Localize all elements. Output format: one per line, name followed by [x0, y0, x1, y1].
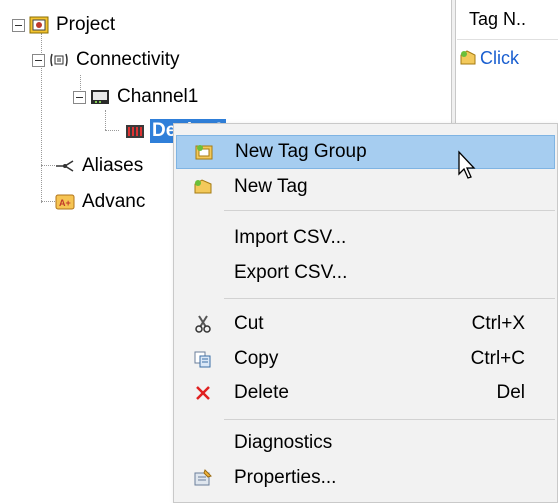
tree-guide-line: [105, 110, 106, 130]
menu-item-new-tag-group[interactable]: New Tag Group: [176, 135, 555, 169]
mouse-pointer-icon: [457, 150, 481, 180]
column-header-tag-name[interactable]: Tag N..: [457, 0, 558, 40]
delete-icon: [192, 383, 214, 403]
menu-item-label: Import CSV...: [234, 227, 347, 248]
column-header-label: Tag N..: [469, 9, 527, 29]
tree-guide-line: [105, 130, 119, 131]
menu-item-delete[interactable]: Delete Del: [176, 376, 555, 410]
menu-item-copy[interactable]: Copy Ctrl+C: [176, 342, 555, 376]
tree-guide-line: [41, 165, 55, 166]
menu-separator: [224, 298, 555, 299]
menu-item-label: Diagnostics: [234, 432, 333, 453]
tree-item-label: Channel1: [117, 86, 199, 107]
advanced-tags-icon: A+: [55, 193, 75, 211]
menu-separator: [224, 419, 555, 420]
copy-icon: [192, 349, 214, 369]
menu-item-label: Delete: [234, 382, 289, 403]
menu-item-shortcut: Del: [496, 382, 525, 403]
tree-guide-line: [41, 201, 55, 202]
menu-item-cut[interactable]: Cut Ctrl+X: [176, 307, 555, 341]
tree-item-channel1[interactable]: Channel1: [73, 82, 200, 112]
menu-item-import-csv[interactable]: Import CSV...: [176, 221, 555, 255]
grid-row-click-to-add[interactable]: Click: [459, 42, 519, 74]
aliases-icon: [55, 157, 75, 175]
collapse-toggle[interactable]: [73, 90, 86, 104]
grid-row-label: Click: [480, 47, 519, 68]
tree-item-aliases[interactable]: Aliases: [55, 151, 145, 181]
tree-item-label: Project: [56, 14, 116, 35]
menu-item-label: Export CSV...: [234, 262, 348, 283]
new-tag-icon: [459, 49, 477, 67]
collapse-toggle[interactable]: [32, 53, 45, 67]
connectivity-icon: [49, 51, 69, 69]
menu-item-label: New Tag Group: [235, 141, 367, 162]
collapse-toggle[interactable]: [12, 18, 25, 32]
menu-item-properties[interactable]: Properties...: [176, 461, 555, 495]
menu-item-label: Cut: [234, 313, 264, 334]
tree-item-advanced-tags[interactable]: A+ Advanc: [55, 187, 147, 217]
tree-item-label: Advanc: [82, 191, 146, 212]
menu-item-new-tag[interactable]: New Tag: [176, 170, 555, 204]
tree-item-project[interactable]: Project: [12, 10, 117, 40]
context-menu: New Tag Group New Tag Import CSV... Expo…: [173, 123, 558, 503]
channel-icon: [90, 88, 110, 106]
tree-item-label: Aliases: [82, 155, 144, 176]
menu-item-shortcut: Ctrl+X: [471, 313, 525, 334]
tree-item-label: Connectivity: [76, 49, 180, 70]
menu-item-shortcut: Ctrl+C: [470, 348, 525, 369]
menu-separator: [224, 210, 555, 211]
cut-icon: [192, 314, 214, 334]
new-tag-icon: [192, 177, 214, 197]
new-tag-group-icon: [193, 142, 215, 162]
tree-item-connectivity[interactable]: Connectivity: [32, 45, 182, 75]
properties-icon: [192, 468, 214, 488]
svg-text:A+: A+: [59, 198, 71, 208]
menu-item-label: Copy: [234, 348, 279, 369]
device-icon: [125, 122, 145, 140]
menu-item-export-csv[interactable]: Export CSV...: [176, 256, 555, 290]
menu-item-label: New Tag: [234, 176, 308, 197]
menu-item-label: Properties...: [234, 467, 337, 488]
menu-item-diagnostics[interactable]: Diagnostics: [176, 426, 555, 460]
project-icon: [29, 16, 49, 34]
